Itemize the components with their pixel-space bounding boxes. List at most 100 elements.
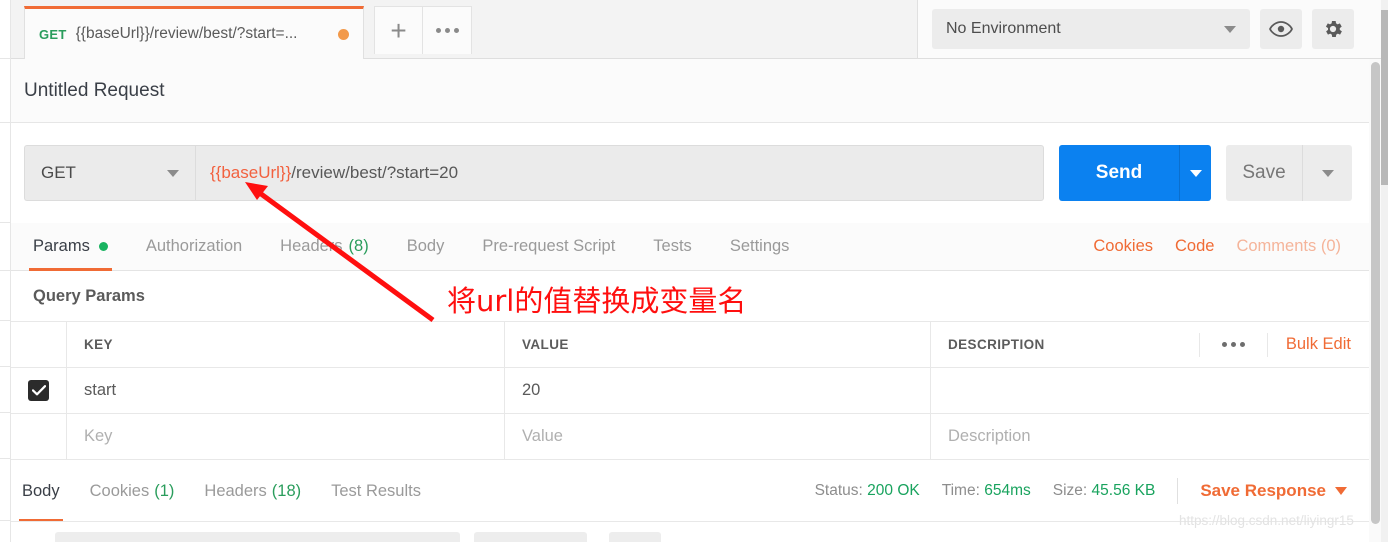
tab-authorization-label: Authorization: [145, 237, 243, 255]
response-raw-control[interactable]: [474, 532, 587, 542]
chevron-down-icon: [1189, 169, 1202, 177]
url-input[interactable]: {{baseUrl}}/review/best/?start=20: [195, 145, 1044, 201]
check-icon: [31, 385, 46, 396]
response-tabs: Body Cookies (1) Headers (18) Test Resul…: [11, 460, 451, 522]
status-label: Status:: [814, 481, 863, 499]
save-response-button[interactable]: Save Response: [1200, 481, 1347, 501]
response-tab-headers[interactable]: Headers (18): [204, 461, 301, 522]
tab-pre-request-script[interactable]: Pre-request Script: [482, 223, 615, 270]
postman-app-window: GET {{baseUrl}}/review/best/?start=... +…: [0, 0, 1388, 542]
left-sidebar-edge: [0, 0, 11, 542]
ellipsis-icon: [435, 28, 459, 33]
settings-button[interactable]: [1312, 9, 1354, 49]
response-tab-test-results-label: Test Results: [331, 481, 421, 500]
tab-tests-label: Tests: [653, 237, 692, 255]
time-metric: Time: 654ms: [942, 482, 1031, 500]
tab-settings-label: Settings: [729, 237, 790, 255]
http-method-selector[interactable]: GET: [24, 145, 195, 201]
status-value: 200 OK: [867, 481, 920, 499]
tab-options-button[interactable]: [423, 6, 472, 54]
new-row-value-input[interactable]: Value: [522, 427, 563, 446]
size-metric: Size: 45.56 KB: [1053, 482, 1156, 500]
request-url-row: GET {{baseUrl}}/review/best/?start=20 Se…: [11, 123, 1371, 223]
row-value-input[interactable]: 20: [522, 381, 540, 400]
time-label: Time:: [941, 481, 980, 499]
tab-body[interactable]: Body: [407, 223, 445, 270]
tab-headers[interactable]: Headers (8): [280, 223, 369, 270]
query-params-title: Query Params: [33, 286, 145, 305]
response-tab-headers-count: (18): [271, 481, 302, 500]
column-header-value: VALUE: [522, 337, 569, 352]
new-row-key-input[interactable]: Key: [84, 427, 112, 446]
params-active-dot: [98, 242, 108, 251]
row-enabled-checkbox[interactable]: [28, 380, 49, 401]
save-options-button[interactable]: [1302, 145, 1352, 201]
tab-settings[interactable]: Settings: [730, 223, 790, 270]
gear-icon: [1325, 21, 1342, 37]
query-params-table: KEY VALUE DESCRIPTION Bulk Edit start 20: [11, 321, 1371, 460]
row-key-input[interactable]: start: [84, 381, 116, 400]
response-extra-control[interactable]: [609, 532, 661, 542]
size-value: 45.56 KB: [1091, 481, 1156, 499]
header-cell-checkbox: [11, 322, 67, 367]
save-response-label: Save Response: [1200, 480, 1326, 500]
column-header-key: KEY: [84, 337, 113, 352]
code-link[interactable]: Code: [1175, 237, 1214, 256]
bulk-edit-button[interactable]: Bulk Edit: [1266, 332, 1371, 357]
plus-icon: +: [390, 14, 407, 46]
divider: [1177, 477, 1179, 504]
response-tab-body[interactable]: Body: [19, 461, 63, 522]
response-body-toolbar: [11, 521, 1371, 542]
response-meta: Status: 200 OK Time: 654ms Size: 45.56 K…: [815, 477, 1371, 504]
cookies-link[interactable]: Cookies: [1093, 237, 1153, 256]
request-section-tabs: Params Authorization Headers (8) Body Pr…: [11, 223, 1371, 271]
response-tab-cookies-count: (1): [154, 481, 175, 500]
status-metric: Status: 200 OK: [815, 482, 920, 500]
table-header-row: KEY VALUE DESCRIPTION Bulk Edit: [11, 322, 1371, 368]
table-row: start 20: [11, 368, 1371, 414]
response-format-control[interactable]: [55, 532, 460, 542]
column-header-description: DESCRIPTION: [948, 337, 1045, 352]
tab-params[interactable]: Params: [29, 223, 112, 271]
page-title[interactable]: Untitled Request: [24, 80, 164, 102]
tab-authorization[interactable]: Authorization: [146, 223, 242, 270]
time-value: 654ms: [984, 481, 1031, 499]
eye-icon: [1269, 21, 1293, 37]
environment-quick-look-button[interactable]: [1260, 9, 1302, 49]
watermark-text: https://blog.csdn.net/liyingr15: [1179, 513, 1354, 528]
response-tab-body-label: Body: [22, 481, 60, 500]
table-options-button[interactable]: [1198, 332, 1267, 357]
url-path-text: /review/best/?start=20: [291, 163, 459, 182]
window-scrollbar-thumb[interactable]: [1381, 10, 1388, 185]
response-tab-cookies[interactable]: Cookies (1): [90, 461, 175, 522]
tab-bar-actions: +: [374, 6, 472, 54]
new-tab-button[interactable]: +: [374, 6, 423, 54]
request-tab-active[interactable]: GET {{baseUrl}}/review/best/?start=...: [24, 6, 364, 59]
table-header-tools: Bulk Edit: [1198, 322, 1371, 367]
tab-tests[interactable]: Tests: [653, 223, 692, 270]
url-variable-token: {{baseUrl}}: [210, 163, 292, 182]
chevron-down-icon: [1224, 25, 1236, 33]
new-row-description-input[interactable]: Description: [948, 427, 1031, 446]
unsaved-changes-dot: [338, 28, 349, 40]
environment-selected-label: No Environment: [946, 20, 1061, 37]
environment-bar: No Environment: [917, 0, 1388, 59]
chevron-down-icon: [167, 169, 179, 177]
send-button-group: Send: [1059, 145, 1211, 201]
response-tab-cookies-label: Cookies: [89, 481, 150, 500]
tab-headers-label: Headers: [280, 237, 343, 255]
send-options-button[interactable]: [1179, 145, 1211, 201]
response-tab-test-results[interactable]: Test Results: [331, 461, 421, 522]
http-method-label: GET: [41, 163, 76, 182]
tab-params-label: Params: [33, 237, 90, 255]
save-button[interactable]: Save: [1226, 145, 1302, 201]
tab-headers-count: (8): [348, 237, 369, 255]
environment-selector[interactable]: No Environment: [932, 9, 1250, 49]
main-scrollbar-thumb[interactable]: [1371, 62, 1380, 524]
tab-method-label: GET: [39, 26, 67, 42]
comments-link[interactable]: Comments (0): [1236, 237, 1341, 256]
send-button[interactable]: Send: [1059, 145, 1179, 201]
response-bar: Body Cookies (1) Headers (18) Test Resul…: [11, 459, 1371, 522]
chevron-down-icon: [1321, 169, 1334, 177]
query-params-section-header: Query Params: [11, 271, 1371, 321]
